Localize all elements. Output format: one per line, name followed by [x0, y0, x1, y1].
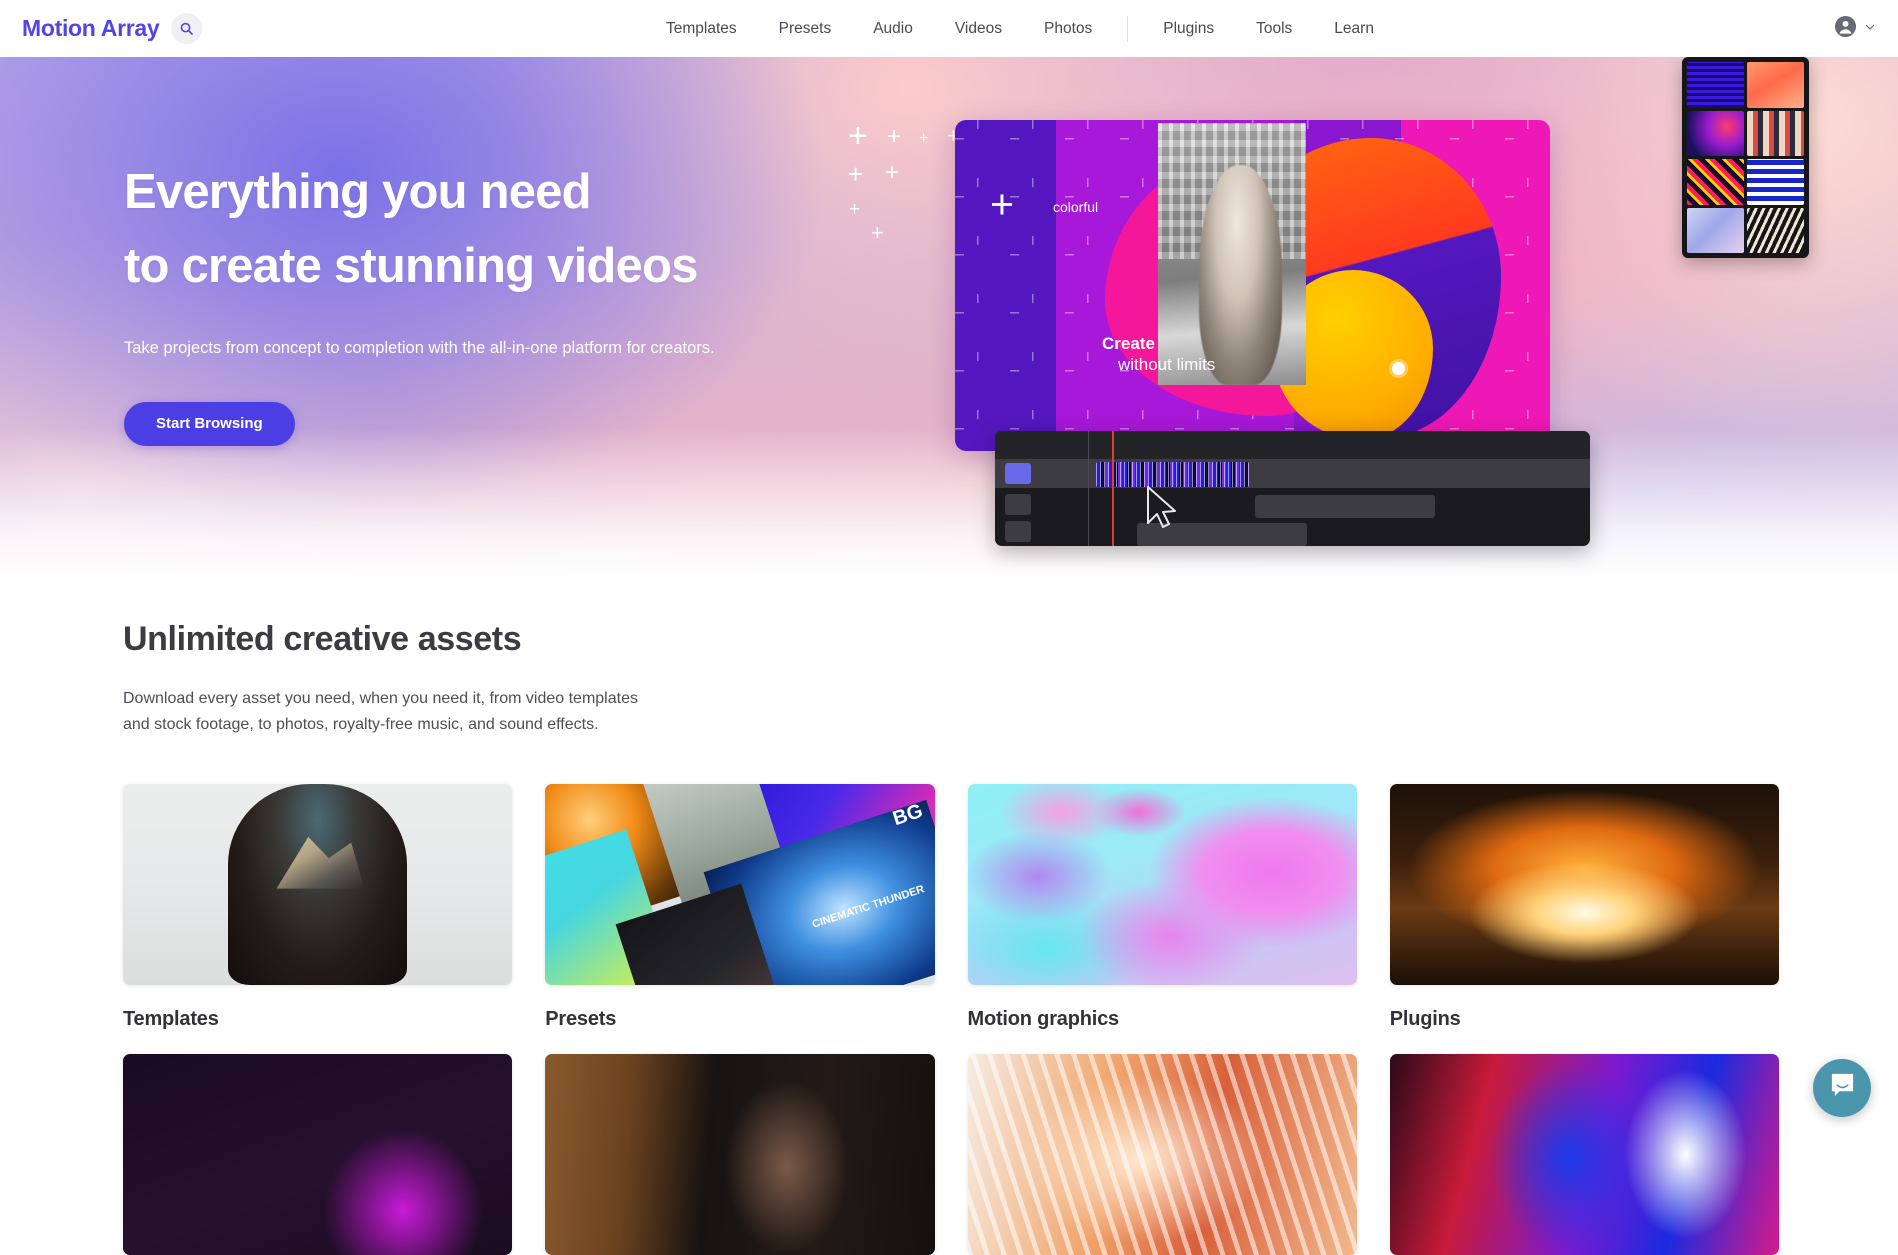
nav-item-videos[interactable]: Videos [934, 0, 1023, 57]
panel-thumb [1687, 111, 1744, 157]
card-thumbnail [123, 1054, 512, 1255]
search-button[interactable] [171, 13, 202, 44]
playback-dot-indicator [1392, 362, 1405, 375]
card-thumbnail [545, 1054, 934, 1255]
asset-card-motion-graphics[interactable]: Motion graphics [968, 784, 1357, 1031]
chat-launcher-button[interactable] [1813, 1059, 1871, 1117]
nav-item-tools[interactable]: Tools [1235, 0, 1313, 57]
section-description: Download every asset you need, when you … [123, 686, 1779, 738]
section-title: Unlimited creative assets [123, 579, 1779, 659]
sparkle-plus-icon: + [919, 131, 928, 147]
nav-divider [1127, 16, 1128, 42]
timeline-track-row [995, 459, 1590, 488]
hero-section: Everything you need to create stunning v… [0, 57, 1898, 579]
timeline-guide-line [1088, 431, 1089, 546]
card-label: Plugins [1390, 1008, 1779, 1031]
asset-card-row2-1[interactable] [123, 1054, 512, 1255]
account-menu[interactable] [1834, 0, 1876, 57]
card-thumbnail [123, 784, 512, 985]
panel-thumb [1747, 62, 1804, 108]
card-thumbnail [1390, 1054, 1779, 1255]
sparkle-plus-icon: + [887, 125, 901, 149]
user-circle-icon [1834, 15, 1857, 43]
card-thumbnail [968, 1054, 1357, 1255]
top-navigation-bar: Motion Array Templates Presets Audio Vid… [0, 0, 1898, 57]
card-thumbnail: BG CINEMATIC THUNDER [545, 784, 934, 985]
card-label: Motion graphics [968, 1008, 1357, 1031]
card-label: Templates [123, 1008, 512, 1031]
card-label: Presets [545, 1008, 934, 1031]
nav-item-learn[interactable]: Learn [1313, 0, 1395, 57]
section-description-line2: and stock footage, to photos, royalty-fr… [123, 716, 599, 733]
template-browser-panel [1682, 57, 1809, 258]
cursor-pointer-icon [1146, 485, 1180, 531]
nav-item-photos[interactable]: Photos [1023, 0, 1113, 57]
panel-thumb [1687, 159, 1744, 205]
asset-card-templates[interactable]: Templates [123, 784, 512, 1031]
hero-subheading: Take projects from concept to completion… [124, 336, 904, 361]
panel-thumb [1687, 62, 1744, 108]
asset-card-row2-2[interactable] [545, 1054, 934, 1255]
hero-illustration: + + + + + + + + + + + + colorful Create … [955, 57, 1898, 579]
chevron-down-icon [1864, 20, 1876, 38]
asset-card-presets[interactable]: BG CINEMATIC THUNDER Presets [545, 784, 934, 1031]
track-color-chip [1005, 521, 1031, 542]
panel-thumb [1747, 159, 1804, 205]
asset-card-row2-3[interactable] [968, 1054, 1357, 1255]
asset-card-row2-4[interactable] [1390, 1054, 1779, 1255]
search-icon [179, 21, 194, 36]
without-limits-label: without limits [1118, 355, 1215, 376]
timeline-video-clip [1096, 462, 1249, 487]
section-description-line1: Download every asset you need, when you … [123, 690, 638, 707]
create-without-limits-text: Create without limits [1102, 334, 1215, 375]
card-thumbnail [968, 784, 1357, 985]
sparkle-plus-icon: + [848, 119, 868, 153]
video-editor-timeline [995, 431, 1590, 546]
nav-item-audio[interactable]: Audio [852, 0, 934, 57]
hero-heading-line1: Everything you need [124, 155, 904, 229]
timeline-playhead [1112, 431, 1114, 546]
asset-card-plugins[interactable]: Plugins [1390, 784, 1779, 1031]
brand-logo[interactable]: Motion Array [22, 15, 159, 42]
track-color-chip [1005, 494, 1031, 515]
brand-group: Motion Array [22, 13, 202, 44]
plus-icon: + [990, 184, 1014, 225]
panel-thumb [1747, 111, 1804, 157]
track-color-chip [1005, 463, 1031, 484]
start-browsing-button[interactable]: Start Browsing [124, 402, 295, 446]
asset-category-grid: Templates BG CINEMATIC THUNDER Presets M… [123, 784, 1779, 1255]
hero-heading-line2: to create stunning videos [124, 229, 904, 303]
chat-bubble-icon [1829, 1072, 1856, 1104]
hero-copy: Everything you need to create stunning v… [124, 155, 904, 446]
panel-thumb [1687, 208, 1744, 254]
creative-assets-section: Unlimited creative assets Download every… [0, 579, 1898, 1255]
colorful-label: colorful [1053, 199, 1098, 215]
primary-nav: Templates Presets Audio Videos Photos Pl… [645, 0, 1395, 57]
timeline-audio-bar [1255, 495, 1435, 518]
hero-heading: Everything you need to create stunning v… [124, 155, 904, 304]
panel-thumb [1747, 208, 1804, 254]
hero-video-preview: + colorful Create without limits [955, 120, 1550, 451]
create-label: Create [1102, 334, 1215, 355]
nav-item-plugins[interactable]: Plugins [1142, 0, 1235, 57]
card-thumbnail [1390, 784, 1779, 985]
timeline-header [995, 431, 1590, 459]
nav-item-templates[interactable]: Templates [645, 0, 758, 57]
nav-item-presets[interactable]: Presets [758, 0, 853, 57]
